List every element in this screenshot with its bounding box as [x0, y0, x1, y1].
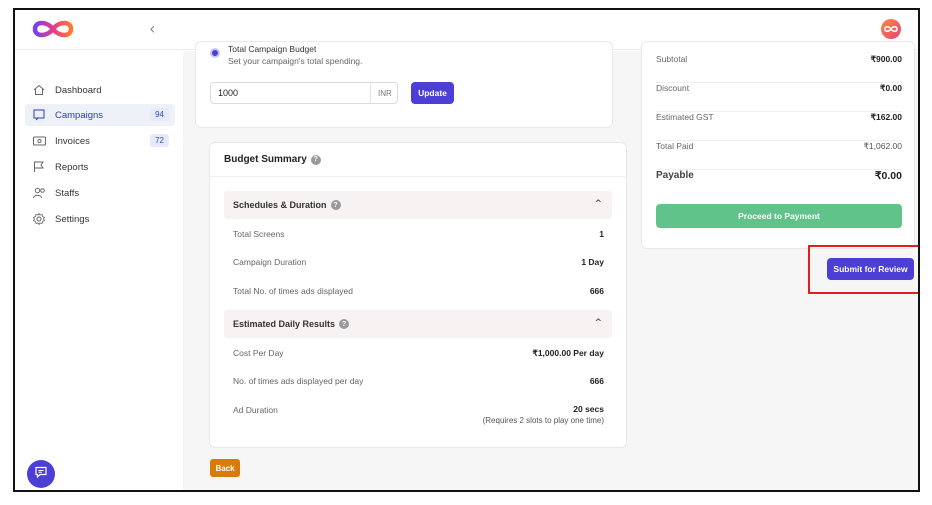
input-divider: [370, 83, 371, 103]
users-icon: [31, 186, 47, 200]
summary-row: Estimated GST ₹162.00: [656, 112, 902, 141]
chevron-up-icon[interactable]: ^: [594, 199, 602, 209]
sidebar: Dashboard Campaigns 94 Invoices 72 Repor…: [15, 51, 182, 490]
row-label: Discount: [656, 83, 690, 93]
help-icon[interactable]: ?: [339, 319, 350, 329]
gear-icon: [31, 212, 47, 226]
sidebar-item-label: Campaigns: [55, 109, 104, 121]
row-value: 666: [589, 376, 604, 386]
row-value: 1 Day: [581, 257, 604, 267]
sidebar-item-invoices[interactable]: Invoices 72: [25, 130, 175, 152]
sidebar-item-label: Invoices: [55, 135, 90, 147]
daily-results-section-header[interactable]: Estimated Daily Results ? ^: [224, 310, 612, 338]
row-value: ₹1,000.00 Per day: [532, 348, 604, 358]
divider: [210, 176, 626, 177]
flag-icon: [31, 160, 47, 174]
summary-row: Subtotal ₹900.00: [656, 54, 902, 83]
sidebar-item-label: Staffs: [55, 187, 80, 199]
sidebar-item-dashboard[interactable]: Dashboard: [25, 79, 175, 101]
row-value: 666: [589, 286, 604, 296]
radio-selected[interactable]: [210, 48, 220, 58]
row-label: Total Screens: [233, 229, 285, 239]
row-label: Campaign Duration: [233, 257, 307, 267]
invoice-icon: [31, 134, 47, 148]
payable-label: Payable: [656, 170, 694, 181]
summary-row: Discount ₹0.00: [656, 83, 902, 112]
avatar[interactable]: [881, 19, 901, 39]
sidebar-item-label: Settings: [55, 213, 90, 225]
schedules-section-header[interactable]: Schedules & Duration ? ^: [224, 191, 612, 219]
row-label: Subtotal: [656, 54, 688, 64]
currency-label: INR: [378, 89, 392, 98]
payable-value: ₹0.00: [874, 170, 902, 182]
chevron-up-icon[interactable]: ^: [594, 318, 602, 328]
budget-summary-card: Budget Summary ? Schedules & Duration ? …: [209, 142, 627, 448]
row-label: Total No. of times ads displayed: [233, 286, 354, 296]
section-title: Schedules & Duration: [233, 200, 327, 210]
row-value: ₹900.00: [870, 54, 902, 64]
budget-option-label: Total Campaign Budget: [228, 46, 317, 54]
row-value: 20 secs: [573, 404, 604, 414]
sidebar-item-campaigns[interactable]: Campaigns 94: [25, 104, 175, 126]
section-title: Estimated Daily Results: [233, 319, 336, 329]
row-label: No. of times ads displayed per day: [233, 376, 364, 386]
proceed-to-payment-button[interactable]: Proceed to Payment: [656, 204, 902, 228]
app-window: ‹ Dashboard Campaigns 94 Invoices 72 Rep…: [13, 8, 920, 492]
amount-value: 1000: [218, 88, 239, 98]
collapse-sidebar-icon[interactable]: ‹: [149, 19, 155, 38]
sidebar-item-staffs[interactable]: Staffs: [25, 182, 175, 204]
payment-summary-card: Subtotal ₹900.00 Discount ₹0.00 Estimate…: [641, 41, 915, 249]
payable-row: Payable ₹0.00: [656, 170, 902, 199]
sidebar-item-label: Reports: [55, 161, 89, 173]
help-icon[interactable]: ?: [310, 154, 321, 165]
budget-option-hint: Set your campaign's total spending.: [228, 56, 363, 66]
row-value: ₹162.00: [870, 112, 902, 122]
row-value: ₹0.00: [880, 83, 902, 93]
budget-amount-input[interactable]: 1000 INR: [210, 82, 398, 104]
section-title: Budget Summary: [224, 154, 307, 165]
row-label: Cost Per Day: [233, 348, 284, 358]
row-value: ₹1,062.00: [863, 141, 903, 151]
sidebar-item-reports[interactable]: Reports: [25, 156, 175, 178]
logo-icon: [29, 18, 77, 45]
row-label: Ad Duration: [233, 405, 278, 415]
back-button[interactable]: Back: [210, 459, 240, 477]
summary-row: Total Paid ₹1,062.00: [656, 141, 902, 170]
budget-summary-title: Budget Summary ?: [224, 154, 321, 165]
count-badge: 72: [150, 134, 169, 147]
home-icon: [31, 83, 47, 97]
chat-support-button[interactable]: [27, 460, 55, 488]
row-label: Estimated GST: [656, 112, 714, 122]
sidebar-item-label: Dashboard: [55, 84, 102, 96]
main-content: Total Campaign Budget Set your campaign'…: [183, 41, 918, 490]
update-button[interactable]: Update: [411, 82, 454, 104]
submit-for-review-button[interactable]: Submit for Review: [827, 258, 914, 280]
row-note: (Requires 2 slots to play one time): [482, 416, 604, 425]
count-badge: 94: [150, 108, 169, 121]
budget-card: Total Campaign Budget Set your campaign'…: [195, 41, 613, 128]
row-value: 1: [599, 229, 604, 239]
chat-icon: [35, 465, 47, 483]
help-icon[interactable]: ?: [330, 200, 341, 210]
row-label: Total Paid: [656, 141, 694, 151]
campaign-icon: [31, 108, 47, 122]
sidebar-item-settings[interactable]: Settings: [25, 208, 175, 230]
